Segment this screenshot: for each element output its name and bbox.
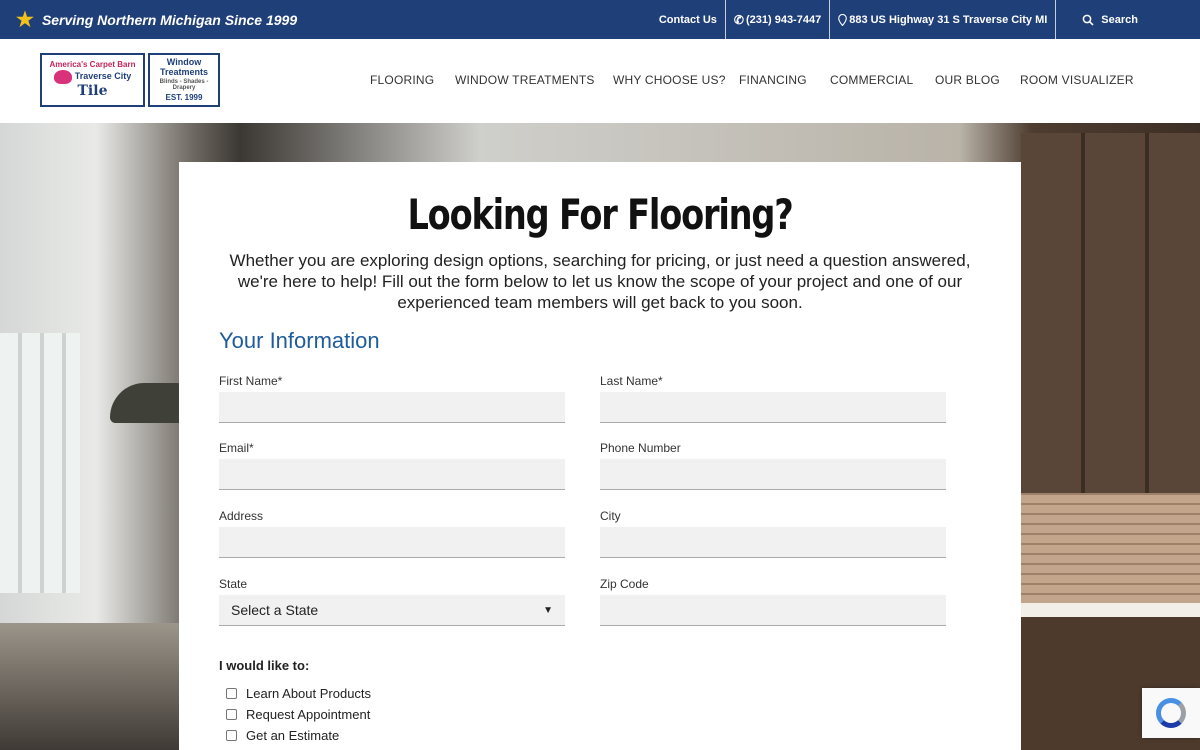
main-nav: FLOORING WINDOW TREATMENTS WHY CHOOSE US… [0,39,1200,123]
option-label: Request Appointment [246,707,371,722]
last-name-label: Last Name* [600,374,663,388]
state-label: State [219,577,248,591]
first-name-label: First Name* [219,374,283,388]
zip-label: Zip Code [600,577,649,591]
top-links: Contact Us ✆ (231) 943-7447 883 US Highw… [651,0,1200,39]
phone-icon: ✆ [733,12,744,27]
email-field[interactable] [219,459,565,490]
first-name-field[interactable] [219,392,565,423]
nav-our-blog[interactable]: OUR BLOG [935,73,1000,87]
state-selected-value: Select a State [231,602,319,618]
zip-field[interactable] [600,595,946,626]
window-image [0,333,80,593]
tagline: ★ Serving Northern Michigan Since 1999 [16,0,297,39]
nav-flooring[interactable]: FLOORING [370,73,434,87]
nav-window-treatments[interactable]: WINDOW TREATMENTS [455,73,595,87]
option-label: Learn About Products [246,686,372,701]
star-icon: ★ [16,9,34,31]
search-icon [1082,14,1094,26]
last-name-field[interactable] [600,392,946,423]
checkbox[interactable] [226,709,237,720]
contact-form-card: Looking For Flooring? Whether you are ex… [179,162,1021,750]
form-title: Looking For Flooring? [407,190,793,239]
form-intro: Whether you are exploring design options… [229,251,971,312]
option-learn-products[interactable]: Learn About Products [226,686,371,701]
would-like-label: I would like to: [219,658,310,673]
city-field[interactable] [600,527,946,558]
backsplash-image [1021,493,1200,603]
address-field[interactable] [219,527,565,558]
email-label: Email* [219,441,254,455]
address-label: Address [219,509,264,523]
recaptcha-icon [1156,698,1186,728]
phone-number: (231) 943-7447 [745,13,822,26]
map-pin-icon [838,13,848,26]
checkbox[interactable] [226,688,237,699]
cabinet-image [1021,133,1200,493]
option-get-estimate[interactable]: Get an Estimate [226,728,339,743]
contact-us-link[interactable]: Contact Us [651,0,726,39]
option-label: Get an Estimate [246,728,340,743]
option-request-appointment[interactable]: Request Appointment [226,707,370,722]
top-bar: ★ Serving Northern Michigan Since 1999 C… [0,0,1200,39]
city-label: City [600,509,621,523]
nav-why-choose-us[interactable]: WHY CHOOSE US? [613,73,726,87]
search-label: Search [1101,13,1138,26]
nav-room-visualizer[interactable]: ROOM VISUALIZER [1020,73,1134,87]
section-title: Your Information [219,328,380,353]
chevron-down-icon: ▼ [543,604,553,616]
search-button[interactable]: Search [1056,0,1200,39]
nav-commercial[interactable]: COMMERCIAL [830,73,913,87]
contact-us-label: Contact Us [658,13,717,26]
address-text: 883 US Highway 31 S Traverse City MI [849,13,1048,26]
phone-label: Phone Number [600,441,681,455]
site-header: America's Carpet Barn Traverse City Tile… [0,39,1200,123]
phone-link[interactable]: ✆ (231) 943-7447 [726,0,831,39]
phone-field[interactable] [600,459,946,490]
recaptcha-badge[interactable] [1142,688,1200,738]
counter-image [0,623,180,750]
nav-financing[interactable]: FINANCING [739,73,807,87]
checkbox[interactable] [226,730,237,741]
address-link[interactable]: 883 US Highway 31 S Traverse City MI [830,0,1057,39]
tagline-text: Serving Northern Michigan Since 1999 [41,11,298,28]
state-select[interactable]: Select a State ▼ [219,595,565,626]
